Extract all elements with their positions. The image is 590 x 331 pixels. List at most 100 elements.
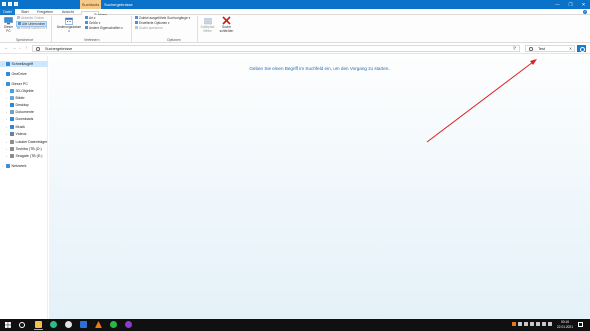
app-taskbar-icon[interactable] (80, 321, 87, 328)
nav-item-label: Dieser PC (11, 82, 28, 86)
nav-item[interactable]: › Schnellzugriff (0, 61, 48, 67)
search-input[interactable]: Test ✕ (525, 45, 575, 52)
separator (131, 16, 132, 42)
address-path: Suchergebnisse (45, 47, 73, 51)
vlc-tray-icon[interactable] (512, 322, 516, 326)
content-area: Geben Sie einen Begriff im Suchfeld ein,… (49, 56, 590, 319)
maximize-button[interactable]: ❐ (564, 0, 577, 9)
nav-item-label: Bilder (15, 96, 25, 100)
date-modified-button[interactable]: Änderungsdatum ▾ (55, 16, 83, 33)
address-row: ← → ⌄ ↑ Suchergebnisse ⌄ ⟳ Test ✕ (0, 43, 590, 54)
network-icon[interactable] (536, 322, 540, 326)
recent-locations-chevron-icon[interactable]: ⌄ (19, 45, 22, 51)
nav-item-label: 3D-Objekte (15, 89, 34, 93)
history-icon (135, 16, 138, 20)
nav-item-label: Musik (15, 125, 25, 129)
star-icon (6, 62, 10, 66)
options-icon (135, 21, 138, 25)
tray-icon[interactable] (518, 322, 522, 326)
this-pc-label: Dieser PC (3, 25, 14, 33)
kind-button[interactable]: Art ▾ (85, 16, 96, 20)
nav-item[interactable]: › Bilder (0, 95, 48, 101)
close-search-button[interactable]: Suche schließen (218, 16, 235, 33)
close-button[interactable]: ✕ (577, 0, 590, 9)
download-icon (10, 117, 14, 121)
volume-icon[interactable] (542, 322, 546, 326)
other-properties-button[interactable]: Andere Eigenschaften ▾ (85, 26, 123, 30)
nav-item[interactable]: › Lokaler Datenträger (0, 139, 48, 145)
nav-item-label: OneDrive (11, 72, 27, 76)
clock-date: 22.01.2021 (557, 324, 573, 329)
current-folder-button[interactable]: Aktueller Ordner (17, 16, 44, 20)
nav-item[interactable]: › Musik (0, 124, 48, 130)
nav-item-label: Dokumente (15, 110, 34, 114)
computer-icon (4, 17, 13, 25)
separator (197, 16, 198, 42)
nav-item[interactable]: ⌄ Dieser PC (0, 81, 48, 87)
recent-searches-button[interactable]: Zuletzt ausgeführte Suchvorgänge ▾ (135, 16, 190, 20)
drive-icon (10, 154, 14, 158)
whatsapp-taskbar-icon[interactable] (110, 321, 117, 328)
search-go-button[interactable] (577, 45, 586, 52)
cortana-search-icon[interactable] (19, 321, 25, 328)
subfolders-icon (18, 22, 21, 26)
save-search-button[interactable]: Suche speichern (135, 26, 163, 30)
back-arrow-icon[interactable]: ← (4, 45, 9, 51)
title-bar: Suchtools Suchergebnisse — ❐ ✕ (0, 0, 590, 9)
refine-group-label: Verfeinern (84, 38, 100, 42)
file-explorer-taskbar-icon[interactable] (34, 321, 43, 330)
computer-icon (6, 82, 10, 86)
search-tools-context-tab: Suchtools (80, 0, 101, 9)
refresh-icon[interactable]: ⟳ (513, 45, 516, 51)
drive-icon (10, 147, 14, 151)
clear-search-icon[interactable]: ✕ (569, 46, 572, 52)
windows-start-icon[interactable] (5, 322, 11, 328)
nav-item[interactable]: › 3D-Objekte (0, 88, 48, 94)
size-button[interactable]: Größe ▾ (85, 21, 101, 25)
nav-item[interactable]: › Toshiba (TB (D:) (0, 146, 48, 152)
open-location-button[interactable]: Dateipfad öffnen (199, 16, 216, 33)
advanced-options-button[interactable]: Erweiterte Optionen ▾ (135, 21, 170, 25)
tray-icon[interactable] (524, 322, 528, 326)
nav-item[interactable]: › Dokumente (0, 109, 48, 115)
kind-icon (85, 16, 88, 20)
address-bar[interactable]: Suchergebnisse ⌄ (32, 45, 520, 52)
cube-icon (10, 89, 14, 93)
save-icon (135, 26, 138, 30)
nav-item[interactable]: › Downloads (0, 116, 48, 122)
open-location-label: Dateipfad öffnen (200, 25, 215, 33)
documents-icon (10, 110, 14, 114)
search-results-icon (36, 47, 40, 51)
clock[interactable]: 00:16 22.01.2021 (556, 320, 574, 329)
search-again-icon (17, 26, 20, 30)
properties-icon[interactable] (8, 2, 12, 6)
nav-item[interactable]: › Seagate (TB (E:) (0, 153, 48, 159)
notification-icon[interactable] (578, 322, 583, 327)
calendar-icon (65, 17, 73, 25)
edge-taskbar-icon[interactable] (50, 321, 57, 328)
quick-access-toolbar (2, 2, 18, 6)
close-search-icon (222, 16, 231, 25)
app-taskbar-icon-2[interactable] (125, 321, 132, 328)
vlc-taskbar-icon[interactable] (95, 321, 102, 328)
up-arrow-icon[interactable]: ↑ (25, 45, 27, 51)
desktop-icon (10, 103, 14, 107)
nav-item-label: Downloads (15, 117, 34, 121)
options-group-label: Optionen (167, 38, 181, 42)
keyboard-icon[interactable] (548, 322, 552, 326)
chrome-taskbar-icon[interactable] (65, 321, 72, 328)
ribbon: Dieser PC Aktueller Ordner Alle Unterord… (0, 15, 590, 43)
nav-item[interactable]: › Videos (0, 131, 48, 137)
minimize-button[interactable]: — (551, 0, 564, 9)
tray-icon[interactable] (530, 322, 534, 326)
search-again-button[interactable]: Erneut suchen in ▾ (17, 26, 47, 30)
this-pc-button[interactable]: Dieser PC (2, 16, 15, 33)
forward-arrow-icon[interactable]: → (12, 45, 17, 51)
window-title: Suchergebnisse (104, 2, 133, 7)
nav-item[interactable]: › Desktop (0, 102, 48, 108)
help-icon[interactable]: ? (583, 10, 587, 14)
new-folder-icon[interactable] (14, 2, 18, 6)
window-controls: — ❐ ✕ (551, 0, 590, 9)
nav-item[interactable]: › Netzwerk (0, 163, 48, 169)
nav-item[interactable]: › OneDrive (0, 71, 48, 77)
